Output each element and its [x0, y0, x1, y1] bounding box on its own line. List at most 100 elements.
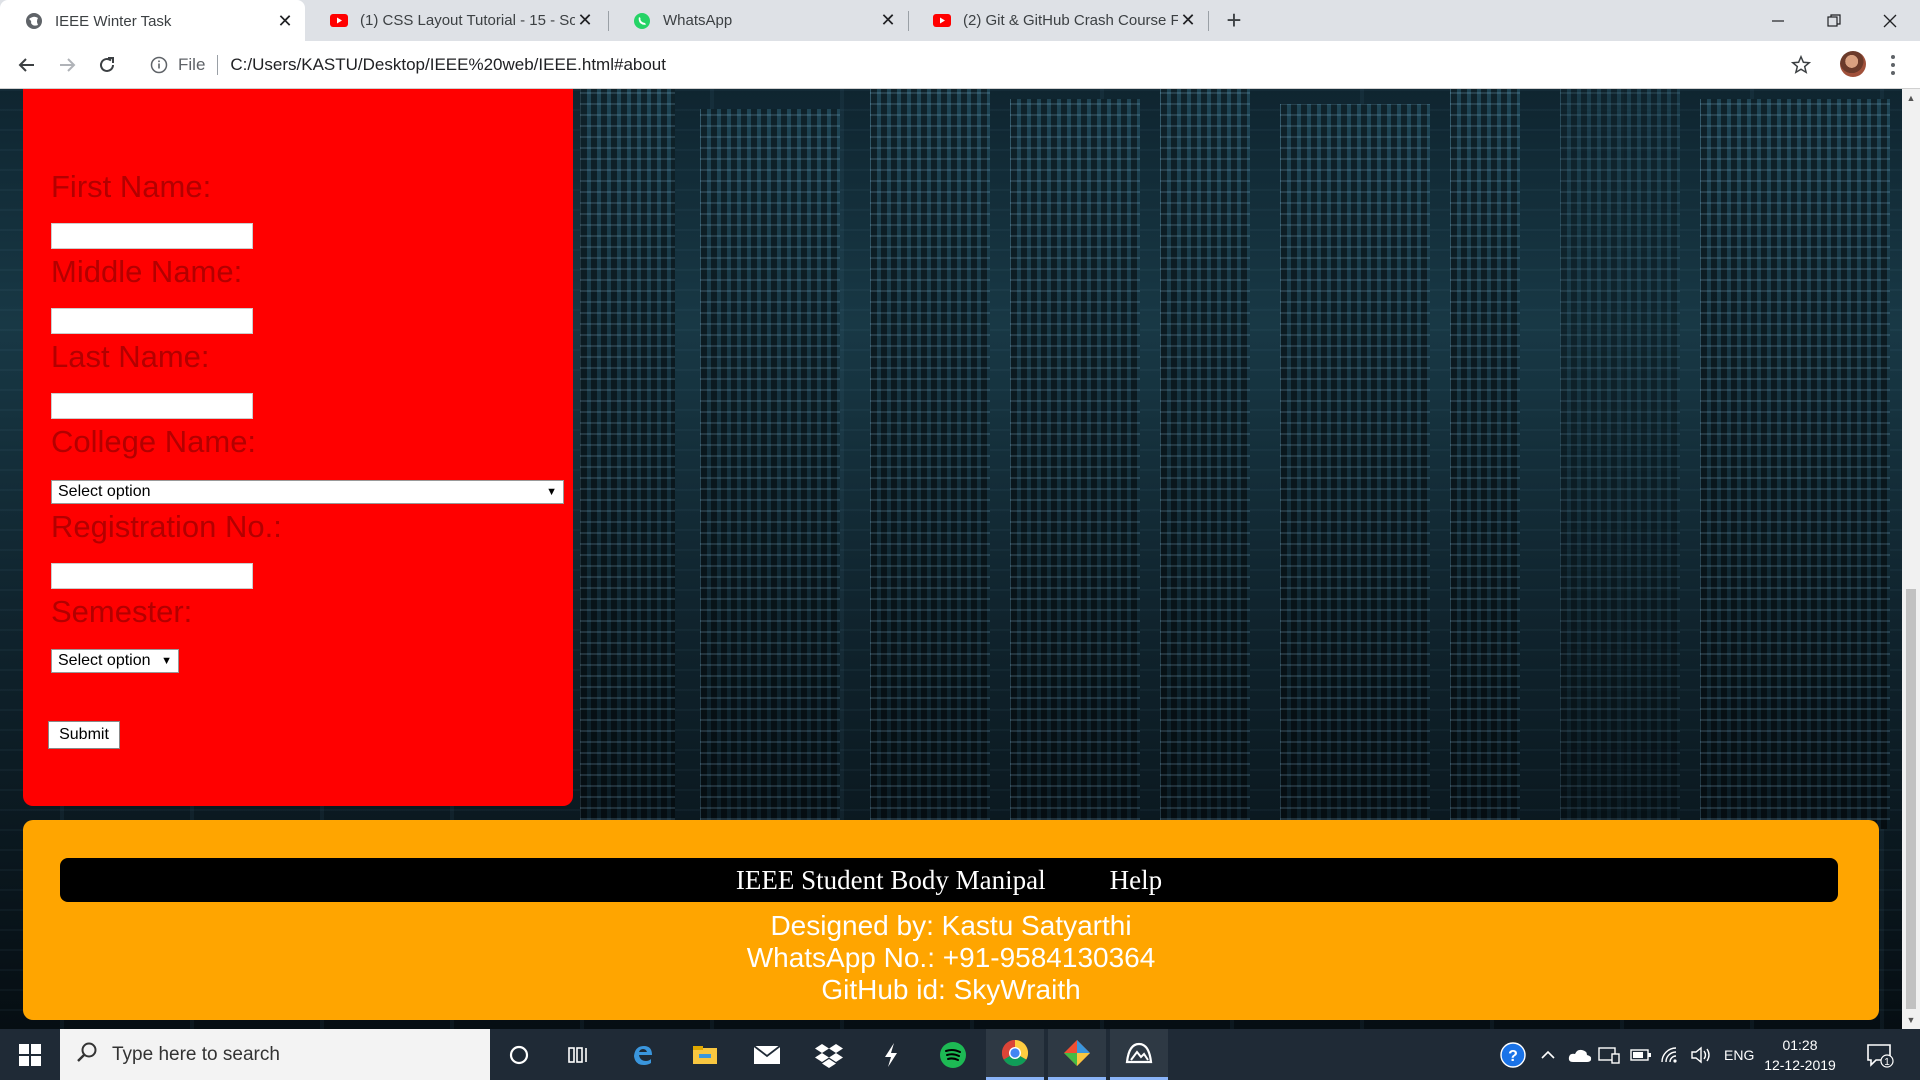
whatsapp-icon [633, 12, 651, 30]
close-tab-icon[interactable]: ✕ [275, 11, 295, 31]
info-icon[interactable] [150, 56, 168, 74]
close-tab-icon[interactable]: ✕ [878, 10, 898, 31]
bookmark-star-icon[interactable] [1790, 54, 1814, 78]
tab-whatsapp[interactable]: WhatsApp ✕ [608, 0, 908, 41]
college-name-select[interactable]: Select option ▼ [51, 480, 564, 504]
background-building [580, 89, 675, 829]
semester-label: Semester: [51, 594, 193, 629]
task-view-icon[interactable] [550, 1029, 608, 1080]
back-icon[interactable] [13, 51, 41, 79]
registration-no-input[interactable] [51, 563, 253, 589]
url-text[interactable]: C:/Users/KASTU/Desktop/IEEE%20web/IEEE.h… [230, 55, 666, 75]
help-icon[interactable]: ? [1500, 1029, 1526, 1080]
notification-count: 1 [1884, 1057, 1890, 1068]
dropdown-arrow-icon: ▼ [546, 486, 557, 498]
middle-name-label: Middle Name: [51, 254, 243, 289]
svg-text:?: ? [1508, 1048, 1518, 1065]
close-window-icon[interactable] [1862, 0, 1918, 41]
bolt-app-icon[interactable] [862, 1029, 920, 1080]
browser-toolbar: File C:/Users/KASTU/Desktop/IEEE%20web/I… [0, 41, 1920, 89]
tab-ieee-winter-task[interactable]: IEEE Winter Task ✕ [0, 0, 305, 42]
address-divider [217, 55, 219, 75]
forward-icon[interactable] [53, 51, 81, 79]
background-building [700, 109, 840, 829]
cortana-icon[interactable] [490, 1029, 548, 1080]
whatsapp-number-text: WhatsApp No.: +91-9584130364 [746, 942, 1156, 973]
background-building [1280, 104, 1430, 829]
restore-icon[interactable] [1806, 0, 1862, 41]
battery-icon[interactable] [1630, 1029, 1652, 1080]
background-building [1560, 89, 1680, 829]
wifi-icon[interactable] [1660, 1029, 1682, 1080]
dropbox-icon[interactable] [800, 1029, 858, 1080]
last-name-label: Last Name: [51, 339, 210, 374]
minimize-icon[interactable] [1750, 0, 1806, 41]
scroll-down-icon[interactable]: ▼ [1906, 1015, 1916, 1025]
designed-by-text: Designed by: Kastu Satyarthi [770, 910, 1132, 941]
address-bar[interactable]: File C:/Users/KASTU/Desktop/IEEE%20web/I… [140, 46, 1810, 84]
page-scrollbar[interactable]: ▲ ▼ [1902, 89, 1920, 1029]
chrome-icon[interactable] [986, 1029, 1044, 1080]
footer-link-help[interactable]: Help [1110, 865, 1162, 896]
windows-start-icon[interactable] [0, 1029, 60, 1080]
dropdown-arrow-icon: ▼ [161, 655, 172, 667]
search-icon [76, 1041, 98, 1069]
college-select-value: Select option [58, 483, 151, 500]
footer-credits: Designed by: Kastu Satyarthi WhatsApp No… [23, 910, 1879, 1006]
tab-title: (2) Git & GitHub Crash Course Fo [963, 12, 1178, 29]
taskbar-search-box[interactable]: Type here to search [60, 1029, 490, 1080]
footer-link-ieee[interactable]: IEEE Student Body Manipal [736, 865, 1046, 896]
taskbar-clock[interactable]: 01:28 12-12-2019 [1760, 1035, 1840, 1075]
globe-icon [25, 12, 43, 30]
tab-css-layout-tutorial[interactable]: (1) CSS Layout Tutorial - 15 - Sou ✕ [305, 0, 605, 41]
file-explorer-icon[interactable] [676, 1029, 734, 1080]
close-tab-icon[interactable]: ✕ [1178, 10, 1198, 31]
volume-icon[interactable] [1690, 1029, 1712, 1080]
new-tab-icon[interactable]: + [1220, 5, 1248, 35]
first-name-input[interactable] [51, 223, 253, 249]
edge-icon[interactable] [614, 1029, 672, 1080]
close-tab-icon[interactable]: ✕ [575, 10, 595, 31]
photos-icon[interactable] [1110, 1029, 1168, 1080]
tab-title: (1) CSS Layout Tutorial - 15 - Sou [360, 12, 575, 29]
action-center-icon[interactable]: 1 [1866, 1029, 1894, 1080]
semester-select-value: Select option [58, 652, 151, 669]
page-viewport: First Name: Middle Name: Last Name: Coll… [0, 89, 1902, 1029]
tab-title: WhatsApp [663, 12, 733, 29]
git-icon[interactable] [1048, 1029, 1106, 1080]
windows-taskbar: Type here to search ? ENG 01:28 12-12-20… [0, 1029, 1920, 1080]
page-footer: IEEE Student Body Manipal Help Designed … [23, 820, 1879, 1020]
registration-no-label: Registration No.: [51, 509, 282, 544]
footer-nav: IEEE Student Body Manipal Help [60, 858, 1838, 902]
registration-form: First Name: Middle Name: Last Name: Coll… [23, 89, 573, 806]
onedrive-icon[interactable] [1568, 1029, 1592, 1080]
youtube-icon [330, 12, 348, 30]
background-building [1450, 89, 1520, 829]
browser-tab-strip: IEEE Winter Task ✕ (1) CSS Layout Tutori… [0, 0, 1920, 42]
browser-menu-icon[interactable] [1886, 53, 1900, 77]
last-name-input[interactable] [51, 393, 253, 419]
background-building [1160, 89, 1250, 829]
tab-title: IEEE Winter Task [55, 12, 172, 30]
profile-avatar[interactable] [1840, 51, 1866, 77]
device-icon[interactable] [1598, 1029, 1620, 1080]
middle-name-input[interactable] [51, 308, 253, 334]
background-building [1010, 99, 1140, 829]
search-placeholder: Type here to search [112, 1043, 280, 1065]
show-hidden-icons[interactable] [1540, 1029, 1556, 1080]
github-id-text: GitHub id: SkyWraith [821, 974, 1081, 1005]
mail-icon[interactable] [738, 1029, 796, 1080]
scrollbar-thumb[interactable] [1906, 589, 1916, 1009]
semester-select[interactable]: Select option ▼ [51, 649, 179, 673]
submit-button[interactable]: Submit [48, 721, 120, 749]
scheme-label: File [178, 55, 206, 74]
clock-time: 01:28 [1782, 1037, 1818, 1053]
tab-separator [1208, 11, 1209, 31]
spotify-icon[interactable] [924, 1029, 982, 1080]
language-indicator[interactable]: ENG [1724, 1029, 1754, 1080]
scroll-up-icon[interactable]: ▲ [1906, 93, 1916, 103]
background-building [1700, 99, 1890, 829]
reload-icon[interactable] [93, 51, 121, 79]
first-name-label: First Name: [51, 169, 212, 204]
tab-git-github-crash-course[interactable]: (2) Git & GitHub Crash Course Fo ✕ [908, 0, 1208, 41]
